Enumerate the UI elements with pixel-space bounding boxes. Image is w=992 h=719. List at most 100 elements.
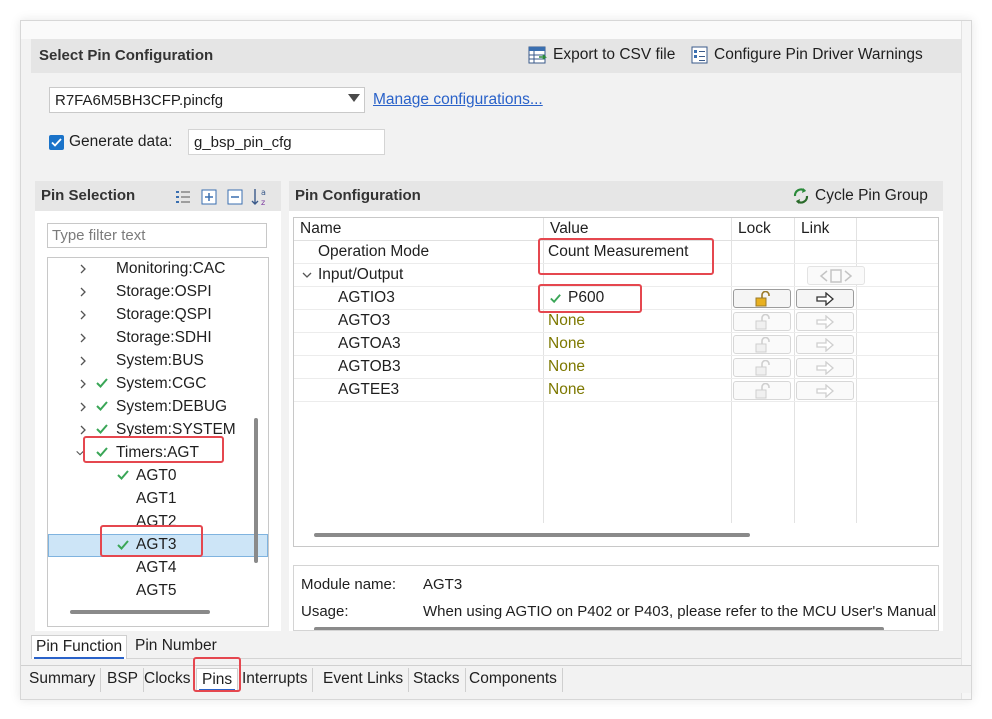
tab-summary[interactable]: Summary — [24, 668, 102, 692]
check-icon — [96, 424, 108, 434]
chevron-right-icon[interactable] — [78, 262, 88, 276]
chevron-down-icon[interactable] — [75, 446, 85, 460]
chevron-right-icon[interactable] — [78, 331, 88, 345]
tab-bsp[interactable]: BSP — [102, 668, 145, 692]
lock-icon — [755, 290, 770, 306]
configure-warnings-button[interactable]: Configure Pin Driver Warnings — [691, 46, 923, 64]
chevron-right-icon[interactable] — [78, 423, 88, 437]
row-value[interactable]: None — [548, 335, 585, 353]
chevron-right-icon[interactable] — [78, 400, 88, 414]
row-value[interactable]: None — [548, 358, 585, 376]
lock-button[interactable] — [733, 381, 791, 400]
group-link-button[interactable] — [807, 266, 865, 285]
lock-button[interactable] — [733, 335, 791, 354]
tab-event-links[interactable]: Event Links — [318, 668, 410, 692]
lock-icon — [755, 313, 770, 329]
tree-horizontal-scrollbar[interactable] — [70, 610, 210, 614]
tree-item-agt1[interactable]: AGT1 — [48, 488, 268, 511]
column-header-lock[interactable]: Lock — [738, 220, 771, 238]
lock-button[interactable] — [733, 312, 791, 331]
tree-item-monitoring-cac[interactable]: Monitoring:CAC — [48, 258, 268, 281]
row-value[interactable]: Count Measurement — [548, 243, 688, 261]
pin-configuration-title: Pin Configuration — [295, 187, 421, 204]
generate-data-input[interactable]: g_bsp_pin_cfg — [188, 129, 385, 155]
table-row[interactable]: Input/Output — [294, 264, 938, 287]
tree-item-agt2[interactable]: AGT2 — [48, 511, 268, 534]
row-name: Operation Mode — [318, 243, 430, 260]
chevron-right-icon[interactable] — [78, 308, 88, 322]
tab-pin-number[interactable]: Pin Number — [131, 635, 221, 659]
pin-configuration-editor: Select Pin Configuration Export to CSV f… — [20, 20, 972, 700]
tree-item-label: System:CGC — [116, 375, 207, 392]
pin-configuration-panel: Pin Configuration Cycle Pin Group Name V… — [289, 181, 943, 631]
row-name: AGTO3 — [338, 312, 391, 329]
arrow-right-icon — [816, 360, 834, 375]
config-file-select[interactable]: R7FA6M5BH3CFP.pincfg — [49, 87, 365, 113]
table-row[interactable]: Operation Mode Count Measurement — [294, 241, 938, 264]
tree-item-agt3[interactable]: AGT3 — [48, 534, 268, 557]
chevron-right-icon[interactable] — [78, 285, 88, 299]
manage-configurations-link[interactable]: Manage configurations... — [373, 91, 543, 109]
row-value[interactable]: None — [548, 381, 585, 399]
tree-item-storage-sdhi[interactable]: Storage:SDHI — [48, 327, 268, 350]
row-name: AGTIO3 — [338, 289, 395, 306]
lock-button[interactable] — [733, 358, 791, 377]
tree-item-system-debug[interactable]: System:DEBUG — [48, 396, 268, 419]
module-details: Module name: AGT3 Usage: When using AGTI… — [293, 565, 939, 631]
sort-az-icon[interactable]: a z — [251, 186, 273, 208]
export-csv-icon — [528, 46, 547, 64]
editor-scrollbar[interactable] — [961, 21, 971, 699]
config-file-value: R7FA6M5BH3CFP.pincfg — [55, 92, 224, 109]
pin-filter-input[interactable]: Type filter text — [47, 223, 267, 248]
chevron-right-icon[interactable] — [78, 377, 88, 391]
tab-components[interactable]: Components — [464, 668, 563, 692]
collapse-all-icon[interactable] — [227, 189, 243, 205]
link-button[interactable] — [796, 381, 854, 400]
chevron-down-icon[interactable] — [301, 269, 313, 281]
tree-item-label: Storage:OSPI — [116, 283, 212, 300]
link-button[interactable] — [796, 312, 854, 331]
tree-item-agt5[interactable]: AGT5 — [48, 580, 268, 603]
export-csv-button[interactable]: Export to CSV file — [528, 46, 675, 64]
tab-stacks[interactable]: Stacks — [408, 668, 466, 692]
table-row[interactable]: AGTOB3 None — [294, 356, 938, 379]
list-view-icon[interactable] — [175, 189, 191, 205]
tree-item-system-system[interactable]: System:SYSTEM — [48, 419, 268, 442]
grid-horizontal-scrollbar[interactable] — [314, 533, 750, 537]
tab-pin-function[interactable]: Pin Function — [31, 635, 128, 659]
row-value[interactable]: P600 — [568, 289, 604, 307]
lock-button[interactable] — [733, 289, 791, 308]
section-title: Select Pin Configuration — [39, 47, 214, 64]
column-header-link[interactable]: Link — [801, 220, 829, 238]
generate-data-checkbox[interactable] — [49, 135, 64, 150]
link-button[interactable] — [796, 289, 854, 308]
table-row[interactable]: AGTEE3 None — [294, 379, 938, 402]
table-row[interactable]: AGTIO3 P600 — [294, 287, 938, 310]
column-header-name[interactable]: Name — [300, 220, 341, 238]
tree-item-storage-qspi[interactable]: Storage:QSPI — [48, 304, 268, 327]
tab-interrupts[interactable]: Interrupts — [237, 668, 314, 692]
tree-item-system-cgc[interactable]: System:CGC — [48, 373, 268, 396]
tree-item-agt4[interactable]: AGT4 — [48, 557, 268, 580]
check-icon — [117, 540, 129, 550]
tab-clocks[interactable]: Clocks — [139, 668, 197, 692]
tree-item-system-bus[interactable]: System:BUS — [48, 350, 268, 373]
tab-pins[interactable]: Pins — [196, 668, 239, 692]
link-button[interactable] — [796, 335, 854, 354]
chevron-down-icon — [348, 94, 360, 102]
table-row[interactable]: AGTO3 None — [294, 310, 938, 333]
tree-item-storage-ospi[interactable]: Storage:OSPI — [48, 281, 268, 304]
tree-item-label: System:BUS — [116, 352, 204, 369]
tree-vertical-scrollbar[interactable] — [254, 418, 258, 563]
expand-all-icon[interactable] — [201, 189, 217, 205]
cycle-pin-group-button[interactable]: Cycle Pin Group — [791, 186, 928, 206]
table-row[interactable]: AGTOA3 None — [294, 333, 938, 356]
row-name: AGTEE3 — [338, 381, 400, 398]
tree-item-agt0[interactable]: AGT0 — [48, 465, 268, 488]
chevron-right-icon[interactable] — [78, 354, 88, 368]
link-button[interactable] — [796, 358, 854, 377]
row-value[interactable]: None — [548, 312, 585, 330]
tree-item-timers-agt[interactable]: Timers:AGT — [48, 442, 268, 465]
pin-selection-title: Pin Selection — [41, 187, 136, 204]
column-header-value[interactable]: Value — [550, 220, 589, 238]
